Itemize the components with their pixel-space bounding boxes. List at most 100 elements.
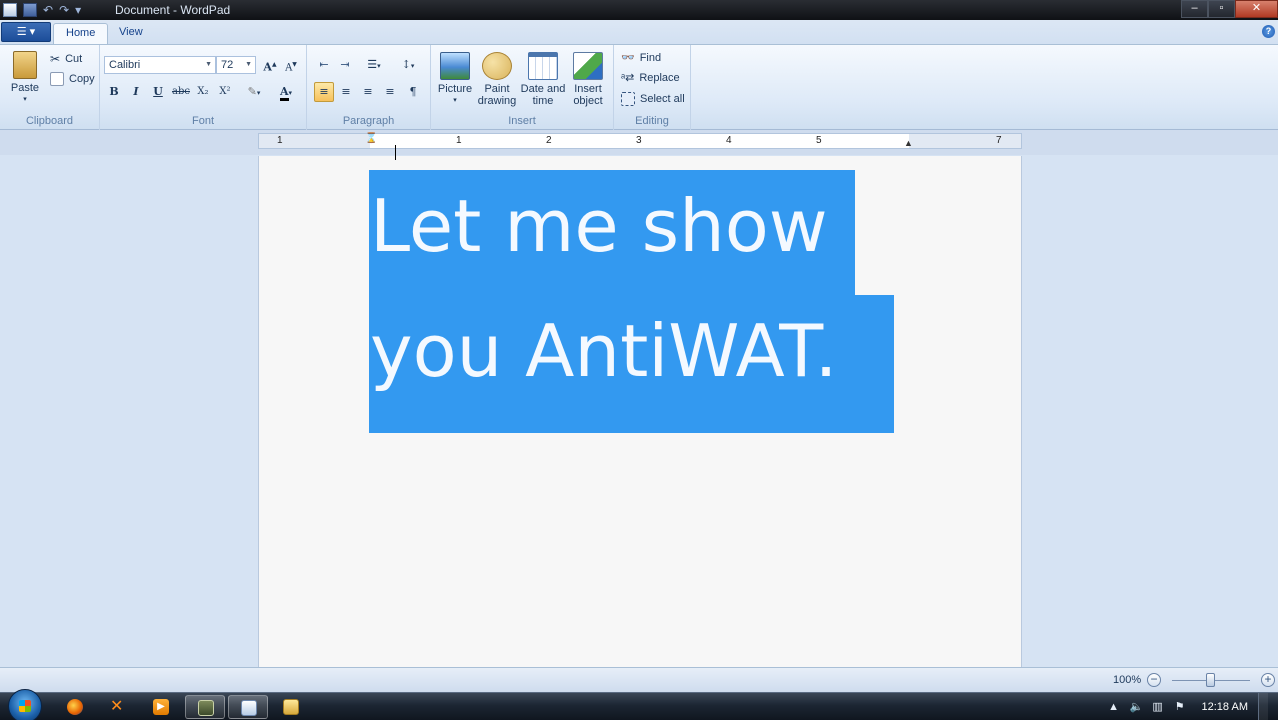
paint-drawing-label-1: Paint — [484, 83, 510, 95]
editing-group-label: Editing — [635, 115, 669, 127]
object-icon — [573, 52, 603, 80]
font-color-button[interactable]: A▾ — [271, 82, 301, 102]
paste-label: Paste — [10, 82, 40, 94]
justify-button[interactable]: ≡ — [380, 82, 400, 102]
decrease-indent-button[interactable]: ⇤ — [314, 55, 334, 75]
decrease-indent-icon: ⇤ — [319, 58, 329, 71]
clock[interactable]: 12:18 AM — [1202, 701, 1248, 713]
maximize-button[interactable]: ▫ — [1208, 0, 1235, 18]
select-all-button[interactable]: Select all — [621, 92, 685, 106]
taskbar-wordpad[interactable] — [228, 695, 268, 719]
tab-view[interactable]: View — [107, 23, 155, 44]
taskbar: ✕ ▶ ▲ 🔈 ▥ ⚑ 12:18 AM — [0, 689, 1278, 720]
save-icon[interactable] — [23, 3, 37, 17]
highlight-color-button[interactable]: ✎▾ — [239, 82, 269, 102]
undo-icon[interactable]: ↶ — [43, 3, 53, 17]
volume-icon[interactable]: 🔈 — [1130, 701, 1144, 713]
redo-icon[interactable]: ↷ — [59, 3, 69, 17]
taskbar-xmind[interactable]: ✕ — [98, 695, 138, 719]
wordpad-app-icon[interactable] — [3, 3, 17, 17]
ruler[interactable]: 1 1 2 3 4 5 7 ⌛ ▲ — [258, 133, 1022, 149]
underline-button[interactable]: U — [148, 82, 168, 102]
find-button[interactable]: 👓 Find — [621, 51, 662, 65]
insert-group: Picture ▾ Paint drawing Date and time In… — [431, 45, 614, 130]
clipboard-icon — [13, 51, 37, 79]
ruler-number: 7 — [996, 135, 1002, 146]
title-bar: ↶ ↷ ▾ Document - WordPad – ▫ ✕ — [0, 0, 1278, 20]
application-menu-button[interactable]: ☰ ▾ — [1, 22, 51, 42]
copy-button[interactable]: Copy — [50, 72, 95, 86]
first-line-indent-marker[interactable]: ⌛ — [365, 133, 377, 144]
paragraph-settings-button[interactable]: ¶ — [403, 82, 423, 102]
minimize-button[interactable]: – — [1181, 0, 1208, 18]
insert-object-button[interactable]: Insert object — [568, 52, 608, 107]
picture-button[interactable]: Picture ▾ — [437, 52, 473, 107]
wordpad-icon — [241, 700, 257, 716]
font-size-value: 72 — [221, 59, 234, 71]
cut-button[interactable]: ✂ Cut — [50, 52, 82, 66]
mouse-cursor-icon — [393, 145, 398, 160]
program-icon — [198, 700, 214, 716]
ruler-left-margin — [259, 134, 370, 148]
calendar-icon — [528, 52, 558, 80]
align-center-button[interactable]: ≡ — [336, 82, 356, 102]
paint-drawing-button[interactable]: Paint drawing — [475, 52, 519, 107]
grow-font-button[interactable]: A▲ — [260, 55, 280, 75]
paint-drawing-label-2: drawing — [477, 95, 517, 107]
taskbar-media-player[interactable]: ▶ — [141, 695, 181, 719]
align-left-button[interactable]: ≡ — [314, 82, 334, 102]
taskbar-explorer[interactable] — [271, 695, 311, 719]
select-all-icon — [621, 92, 635, 106]
line-spacing-icon: ↕ — [401, 58, 411, 71]
picture-icon — [440, 52, 470, 80]
tab-home[interactable]: Home — [53, 23, 109, 44]
document-text-line-1[interactable]: Let me show — [370, 190, 828, 262]
document-text-line-2[interactable]: you AntiWAT. — [370, 315, 838, 387]
increase-indent-button[interactable]: ⇥ — [335, 55, 355, 75]
superscript-button[interactable]: X² — [215, 82, 235, 102]
ruler-number: 1 — [277, 135, 283, 146]
taskbar-program[interactable] — [185, 695, 225, 719]
increase-indent-icon: ⇥ — [340, 58, 350, 71]
close-button[interactable]: ✕ — [1235, 0, 1278, 18]
start-button[interactable] — [8, 689, 42, 720]
line-spacing-button[interactable]: ↕▾ — [393, 55, 423, 75]
bullets-button[interactable]: ☰▾ — [359, 55, 389, 75]
ribbon-tabs: ☰ ▾ Home View ? — [0, 20, 1278, 44]
shrink-font-button[interactable]: A▼ — [281, 55, 301, 75]
status-bar: 100% − + — [0, 667, 1278, 692]
font-family-select[interactable]: Calibri ▼ — [104, 56, 216, 74]
cut-label: Cut — [65, 53, 83, 65]
customize-toolbar-icon[interactable]: ▾ — [75, 3, 81, 17]
highlighter-icon: ✎ — [247, 85, 257, 98]
date-time-button[interactable]: Date and time — [520, 52, 566, 107]
chevron-down-icon: ▼ — [205, 61, 212, 68]
bold-button[interactable]: B — [104, 82, 124, 102]
binoculars-icon: 👓 — [621, 52, 635, 64]
replace-label: Replace — [639, 71, 680, 84]
editing-group: 👓 Find ᵃ⇄ Replace Select all Editing — [614, 45, 691, 130]
ruler-number: 3 — [636, 135, 642, 146]
help-icon[interactable]: ? — [1262, 25, 1275, 38]
strikethrough-button[interactable]: abc — [171, 82, 191, 102]
taskbar-firefox[interactable] — [55, 695, 95, 719]
zoom-in-button[interactable]: + — [1261, 673, 1275, 687]
replace-button[interactable]: ᵃ⇄ Replace — [621, 71, 680, 85]
action-center-flag-icon[interactable]: ⚑ — [1174, 701, 1186, 713]
align-center-icon: ≡ — [341, 85, 351, 98]
align-right-button[interactable]: ≡ — [358, 82, 378, 102]
picture-label: Picture — [437, 83, 473, 95]
subscript-button[interactable]: X₂ — [193, 82, 213, 102]
right-indent-marker[interactable]: ▲ — [904, 138, 913, 148]
network-icon[interactable]: ▥ — [1152, 701, 1164, 713]
zoom-slider-thumb[interactable] — [1206, 673, 1215, 687]
xmind-icon: ✕ — [110, 698, 124, 715]
paste-button[interactable]: Paste ▾ — [8, 51, 42, 106]
ribbon: Paste ▾ ✂ Cut Copy Clipboard Calibri ▼ 7… — [0, 44, 1278, 130]
italic-button[interactable]: I — [126, 82, 146, 102]
show-desktop-button[interactable] — [1258, 693, 1268, 720]
find-label: Find — [639, 51, 662, 64]
zoom-out-button[interactable]: − — [1147, 673, 1161, 687]
show-hidden-icons-icon[interactable]: ▲ — [1108, 701, 1120, 713]
font-size-select[interactable]: 72 ▼ — [216, 56, 256, 74]
